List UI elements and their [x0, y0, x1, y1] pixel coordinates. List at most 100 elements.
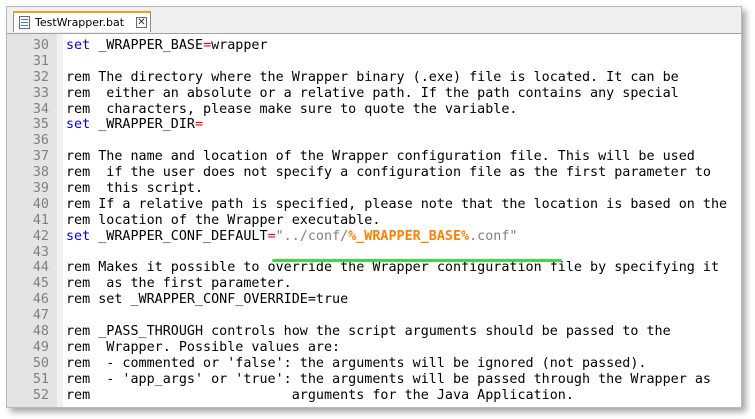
- line-number: 50: [32, 355, 49, 371]
- code-token: rem characters, please make sure to quot…: [66, 101, 518, 117]
- code-token: rem Wrapper. Possible values are:: [66, 339, 341, 355]
- code-text: rem The directory where the Wrapper bina…: [66, 70, 679, 86]
- line-number: 39: [32, 181, 49, 197]
- code-line: 39 rem this script.: [7, 181, 741, 197]
- code-token: rem set _WRAPPER_CONF_OVERRIDE=true: [66, 292, 349, 308]
- code-line: 40 rem If a relative path is specified, p…: [7, 197, 741, 213]
- code-line: 34 rem characters, please make sure to qu…: [7, 102, 741, 118]
- code-text: set _WRAPPER_CONF_DEFAULT="../conf/%_WRA…: [66, 229, 518, 245]
- line-number: 36: [32, 133, 49, 149]
- highlight-underline: [272, 259, 562, 262]
- code-token: .conf": [469, 228, 518, 244]
- code-line: 31: [7, 54, 741, 70]
- code-line: 44 rem Makes it possible to override the …: [7, 260, 741, 276]
- code-token: set: [66, 38, 91, 53]
- code-text: set _WRAPPER_BASE=wrapper: [66, 38, 268, 54]
- code-token: rem The name and location of the Wrapper…: [66, 149, 695, 165]
- code-token: rem this script.: [66, 181, 204, 197]
- code-line: 33 rem either an absolute or a relative p…: [7, 86, 741, 102]
- tab-bar: TestWrapper.bat ✕: [7, 7, 741, 34]
- code-line: 47: [7, 308, 741, 324]
- code-token: rem if the user does not specify a confi…: [66, 165, 711, 181]
- code-line: 30 set _WRAPPER_BASE=wrapper: [7, 38, 741, 54]
- code-text: rem if the user does not specify a confi…: [66, 165, 711, 181]
- code-text: rem set _WRAPPER_CONF_OVERRIDE=true: [66, 292, 348, 308]
- tab-testwrapper-bat[interactable]: TestWrapper.bat ✕: [13, 11, 151, 32]
- line-number: 42: [32, 228, 49, 244]
- line-number: 33: [32, 85, 49, 101]
- code-line: 50 rem - commented or 'false': the argume…: [7, 356, 741, 372]
- code-text: set _WRAPPER_DIR=: [66, 117, 203, 133]
- code-token: wrapper: [211, 38, 268, 53]
- tab-label: TestWrapper.bat: [35, 16, 125, 29]
- code-line: 46 rem set _WRAPPER_CONF_OVERRIDE=true: [7, 292, 741, 308]
- code-token: rem either an absolute or a relative pat…: [66, 85, 679, 101]
- code-text: rem - 'app_args' or 'true': the argument…: [66, 372, 711, 388]
- code-token: rem Makes it possible to override the Wr…: [66, 260, 720, 276]
- code-line: 51 rem - 'app_args' or 'true': the argume…: [7, 372, 741, 388]
- line-number: 43: [32, 244, 49, 260]
- line-number: 40: [32, 196, 49, 212]
- code-line: 52 rem arguments for the Java Application…: [7, 388, 741, 404]
- code-token: _WRAPPER_CONF_DEFAULT: [90, 228, 268, 244]
- line-number: 51: [32, 371, 49, 387]
- code-token: rem If a relative path is specified, ple…: [66, 196, 728, 212]
- code-token: _WRAPPER_DIR: [90, 117, 195, 133]
- code-token: set: [66, 228, 91, 244]
- line-number: 45: [32, 276, 49, 292]
- code-text: rem Wrapper. Possible values are:: [66, 340, 340, 356]
- line-number: 44: [32, 260, 49, 276]
- code-token: rem - commented or 'false': the argument…: [66, 355, 647, 371]
- code-line: 36: [7, 133, 741, 149]
- code-text: rem this script.: [66, 181, 203, 197]
- code-text: rem arguments for the Java Application.: [66, 388, 574, 404]
- editor-window: TestWrapper.bat ✕ 30 set _WRAPPER_BASE=wr…: [6, 6, 742, 408]
- code-token: =: [267, 228, 276, 244]
- code-text: rem location of the Wrapper executable.: [66, 213, 380, 229]
- code-text: rem either an absolute or a relative pat…: [66, 86, 679, 102]
- code-token: _WRAPPER_BASE: [90, 38, 204, 53]
- line-number: 41: [32, 212, 49, 228]
- line-number: 46: [32, 292, 49, 308]
- code-text: rem The name and location of the Wrapper…: [66, 149, 695, 165]
- code-text: rem _PASS_THROUGH controls how the scrip…: [66, 324, 671, 340]
- code-token: "../conf/: [275, 228, 349, 244]
- code-text: rem - commented or 'false': the argument…: [66, 356, 646, 372]
- code-token: rem - 'app_args' or 'true': the argument…: [66, 371, 711, 387]
- line-number: 34: [32, 101, 49, 117]
- line-number: 35: [32, 117, 49, 133]
- code-token: rem _PASS_THROUGH controls how the scrip…: [66, 324, 671, 340]
- code-editor[interactable]: 30 set _WRAPPER_BASE=wrapper 31 32 rem The d…: [7, 34, 741, 407]
- close-icon[interactable]: ✕: [136, 17, 147, 28]
- code-text: rem Makes it possible to override the Wr…: [66, 260, 719, 276]
- line-number: 37: [32, 149, 49, 165]
- code-text: rem If a relative path is specified, ple…: [66, 197, 727, 213]
- line-number: 32: [32, 69, 49, 85]
- line-number: 30: [32, 38, 49, 53]
- code-token: rem as the first parameter.: [66, 276, 292, 292]
- line-number: 48: [32, 324, 49, 340]
- code-line: 49 rem Wrapper. Possible values are:: [7, 340, 741, 356]
- code-text: rem as the first parameter.: [66, 276, 292, 292]
- line-number: 49: [32, 339, 49, 355]
- code-line: 48 rem _PASS_THROUGH controls how the scr…: [7, 324, 741, 340]
- code-token: rem The directory where the Wrapper bina…: [66, 69, 679, 85]
- line-number: 38: [32, 165, 49, 181]
- code-line: 37 rem The name and location of the Wrapp…: [7, 149, 741, 165]
- code-text: rem characters, please make sure to quot…: [66, 102, 517, 118]
- code-line: 32 rem The directory where the Wrapper bi…: [7, 70, 741, 86]
- code-token: rem arguments for the Java Application.: [66, 387, 574, 403]
- code-token: =: [195, 117, 204, 133]
- code-line: 35 set _WRAPPER_DIR=: [7, 117, 741, 133]
- code-lines: 30 set _WRAPPER_BASE=wrapper 31 32 rem The d…: [7, 38, 741, 403]
- code-token: =: [203, 38, 212, 53]
- code-line: 38 rem if the user does not specify a con…: [7, 165, 741, 181]
- code-line: 45 rem as the first parameter.: [7, 276, 741, 292]
- line-number: 31: [32, 53, 49, 69]
- line-number: 52: [32, 387, 49, 403]
- code-line: 41 rem location of the Wrapper executable…: [7, 213, 741, 229]
- file-icon: [19, 16, 30, 29]
- code-token: set: [66, 117, 91, 133]
- code-line: 42 set _WRAPPER_CONF_DEFAULT="../conf/%_W…: [7, 229, 741, 245]
- code-token: rem location of the Wrapper executable.: [66, 212, 381, 228]
